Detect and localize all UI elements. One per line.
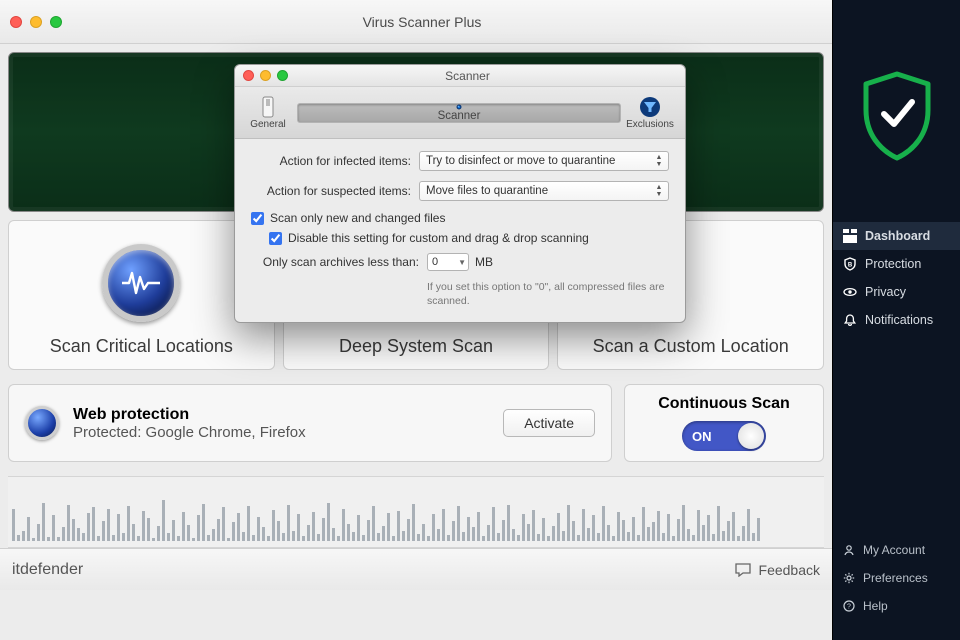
tab-exclusions[interactable]: Exclusions [623, 90, 677, 136]
web-protection-icon [25, 406, 59, 440]
activity-waveform [8, 476, 824, 548]
chevron-down-icon: ▼ [458, 258, 466, 267]
scanner-preferences-modal: Scanner General Scanner Exclusions A [234, 64, 686, 323]
checkbox-input[interactable] [269, 232, 282, 245]
sidebar-item-dashboard[interactable]: Dashboard [833, 222, 960, 250]
web-protection-heading: Web protection [73, 406, 489, 424]
bottom-bar: itdefender Feedback [0, 548, 832, 590]
zoom-icon[interactable] [50, 16, 62, 28]
sidebar-item-my-account[interactable]: My Account [833, 536, 960, 564]
pulse-icon [102, 244, 180, 322]
tab-scanner[interactable]: Scanner [297, 103, 621, 123]
scan-card-label: Scan Critical Locations [50, 336, 233, 357]
web-protection-card: Web protection Protected: Google Chrome,… [8, 384, 612, 462]
window-title: Virus Scanner Plus [62, 14, 822, 30]
funnel-icon [638, 95, 662, 119]
minimize-icon[interactable] [30, 16, 42, 28]
scan-card-label: Scan a Custom Location [593, 336, 789, 357]
svg-text:B: B [848, 263, 853, 269]
side-panel: DashboardBProtectionPrivacyNotifications… [832, 0, 960, 640]
archives-unit: MB [475, 255, 493, 269]
svg-text:?: ? [847, 604, 851, 611]
sidebar-item-privacy[interactable]: Privacy [833, 278, 960, 306]
suspected-action-select[interactable]: Move files to quarantine ▲▼ [419, 181, 669, 201]
brand-label: itdefender [12, 561, 83, 579]
minimize-icon[interactable] [260, 70, 271, 81]
archives-hint: If you set this option to "0", all compr… [427, 281, 669, 308]
suspected-action-label: Action for suspected items: [251, 184, 419, 198]
shield-check-icon [858, 70, 936, 162]
speech-bubble-icon [735, 563, 751, 577]
infected-action-select[interactable]: Try to disinfect or move to quarantine ▲… [419, 151, 669, 171]
web-protection-sub: Protected: Google Chrome, Firefox [73, 424, 489, 441]
close-icon[interactable] [243, 70, 254, 81]
scan-only-new-checkbox[interactable]: Scan only new and changed files [251, 211, 669, 225]
scan-card-label: Deep System Scan [339, 336, 493, 357]
chevron-updown-icon: ▲▼ [652, 183, 666, 199]
toggle-knob-icon [738, 423, 764, 449]
switch-icon [258, 95, 278, 119]
tab-general[interactable]: General [241, 90, 295, 136]
disable-custom-checkbox[interactable]: Disable this setting for custom and drag… [269, 231, 669, 245]
protection-status-shield [833, 0, 960, 222]
window-traffic-lights [10, 16, 62, 28]
toggle-state-label: ON [692, 429, 712, 444]
sidebar-item-help[interactable]: ?Help [833, 592, 960, 620]
chevron-updown-icon: ▲▼ [652, 153, 666, 169]
infected-action-label: Action for infected items: [251, 154, 419, 168]
close-icon[interactable] [10, 16, 22, 28]
feedback-button[interactable]: Feedback [735, 562, 820, 578]
sidebar-item-notifications[interactable]: Notifications [833, 306, 960, 334]
continuous-scan-heading: Continuous Scan [658, 395, 790, 413]
checkbox-input[interactable] [251, 212, 264, 225]
feedback-label: Feedback [759, 562, 820, 578]
archives-label: Only scan archives less than: [251, 255, 427, 269]
modal-title: Scanner [288, 69, 677, 83]
activate-button[interactable]: Activate [503, 409, 595, 437]
archives-size-stepper[interactable]: 0 ▼ [427, 253, 469, 271]
sidebar-item-protection[interactable]: BProtection [833, 250, 960, 278]
continuous-scan-card: Continuous Scan ON [624, 384, 824, 462]
zoom-icon[interactable] [277, 70, 288, 81]
window-titlebar: Virus Scanner Plus [0, 0, 832, 44]
sidebar-item-preferences[interactable]: Preferences [833, 564, 960, 592]
continuous-scan-toggle[interactable]: ON [682, 421, 766, 451]
